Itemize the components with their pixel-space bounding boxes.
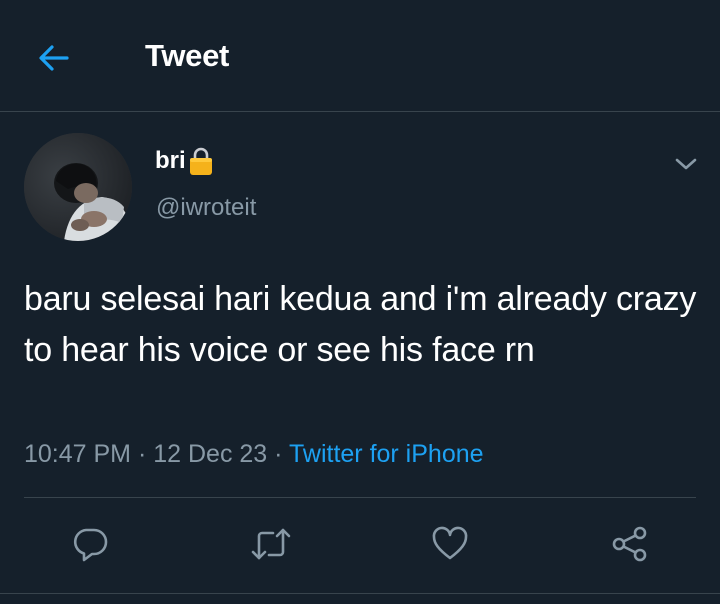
meta-separator: · [274,440,283,468]
reply-icon [73,528,108,562]
avatar-photo [24,133,132,241]
lock-icon [188,146,214,176]
avatar[interactable] [24,133,132,241]
tweet-date: 12 Dec 23 [153,440,268,468]
tweet-menu-button[interactable] [666,148,706,180]
page-title: Tweet [145,38,230,73]
share-icon [612,526,647,562]
tweet-actions [0,514,720,574]
tweet-body: baru selesai hari kedua and i'm already … [24,280,697,369]
share-button[interactable] [602,514,658,574]
arrow-left-icon [39,45,69,71]
tweet-time: 10:47 PM [24,440,132,468]
retweet-icon [251,528,291,560]
reply-button[interactable] [62,514,118,574]
tweet-source-link[interactable]: Twitter for iPhone [289,440,484,468]
divider [0,593,720,594]
chevron-down-icon [675,158,697,170]
like-button[interactable] [422,514,478,574]
top-bar: Tweet [0,0,720,112]
author-display-name: bri [155,147,186,174]
back-button[interactable] [30,34,78,82]
tweet-detail-screen: Tweet bri @iwroteit baru selesai hari ke… [0,0,720,604]
tweet-meta: 10:47 PM · 12 Dec 23 · Twitter for iPhon… [24,440,484,469]
divider [24,497,696,498]
heart-icon [432,526,468,560]
retweet-button[interactable] [243,514,299,574]
author-handle[interactable]: @iwroteit [156,194,256,222]
author-name-row[interactable]: bri [155,146,214,176]
meta-separator: · [137,440,147,468]
